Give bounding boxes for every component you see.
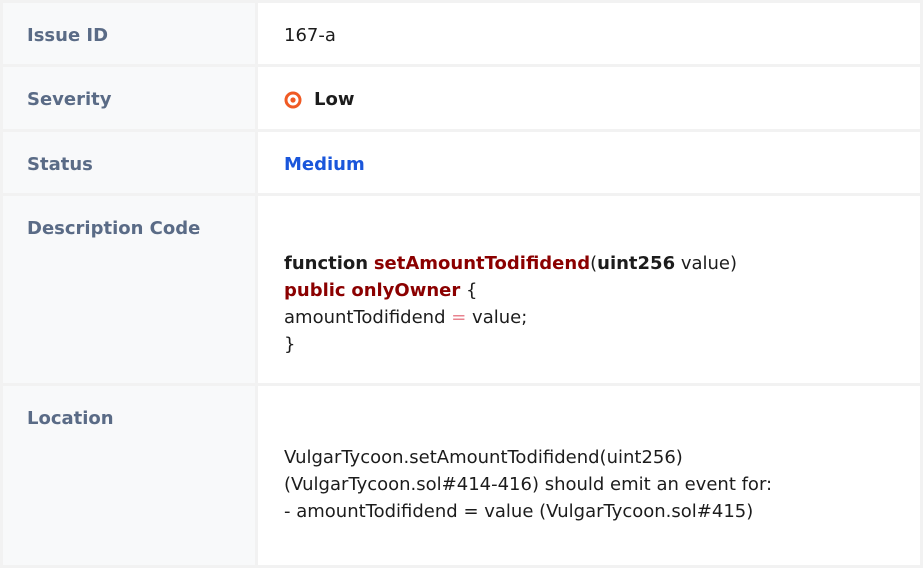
code-line-2: public onlyOwner {: [284, 277, 920, 304]
code-modifier-only-owner: onlyOwner: [351, 279, 461, 301]
status-value: Medium: [284, 153, 365, 175]
severity-cell: Low: [255, 64, 923, 132]
code-keyword-public: public: [284, 279, 346, 301]
target-circle-icon: [284, 91, 302, 109]
code-line-1: function setAmountTodifidend(uint256 val…: [284, 250, 920, 277]
location-label: Location: [0, 383, 258, 568]
severity-row: Severity Low: [0, 64, 923, 132]
description-cell: function setAmountTodifidend(uint256 val…: [255, 192, 923, 387]
code-assign-rhs: value;: [466, 306, 528, 328]
location-text: VulgarTycoon.setAmountTodifidend(uint256…: [284, 444, 920, 525]
code-line-3: amountTodifidend = value;: [284, 304, 920, 331]
location-line-2: (VulgarTycoon.sol#414-416) should emit a…: [284, 474, 773, 496]
location-row: Location VulgarTycoon.setAmountTodifiden…: [0, 383, 923, 568]
severity-value: Low: [314, 89, 355, 111]
code-brace-close: }: [284, 333, 296, 355]
code-param-type: uint256: [597, 252, 676, 274]
location-line-3: - amountTodifidend = value (VulgarTycoon…: [284, 501, 754, 523]
description-label: Description Code: [0, 192, 258, 387]
code-function-name: setAmountTodifidend: [373, 252, 591, 274]
code-line-4: }: [284, 331, 920, 358]
issue-details-table: Issue ID 167-a Severity Low Status Mediu…: [0, 0, 923, 568]
code-param-rest: value): [675, 252, 738, 274]
code-assign-lhs: amountTodifidend: [284, 306, 452, 328]
severity-indicator: Low: [284, 89, 920, 110]
status-cell: Medium: [255, 128, 923, 196]
issue-id-label: Issue ID: [0, 0, 258, 68]
code-assign-operator: =: [451, 306, 467, 328]
description-row: Description Code function setAmountTodif…: [0, 192, 923, 387]
code-keyword-function: function: [284, 252, 369, 274]
status-row: Status Medium: [0, 128, 923, 196]
status-label: Status: [0, 128, 258, 196]
code-snippet: function setAmountTodifidend(uint256 val…: [284, 250, 920, 358]
severity-label: Severity: [0, 64, 258, 132]
code-brace-open: {: [460, 279, 478, 301]
location-line-1: VulgarTycoon.setAmountTodifidend(uint256…: [284, 447, 683, 469]
issue-id-value: 167-a: [255, 0, 923, 68]
issue-id-row: Issue ID 167-a: [0, 0, 923, 68]
location-cell: VulgarTycoon.setAmountTodifidend(uint256…: [255, 383, 923, 568]
